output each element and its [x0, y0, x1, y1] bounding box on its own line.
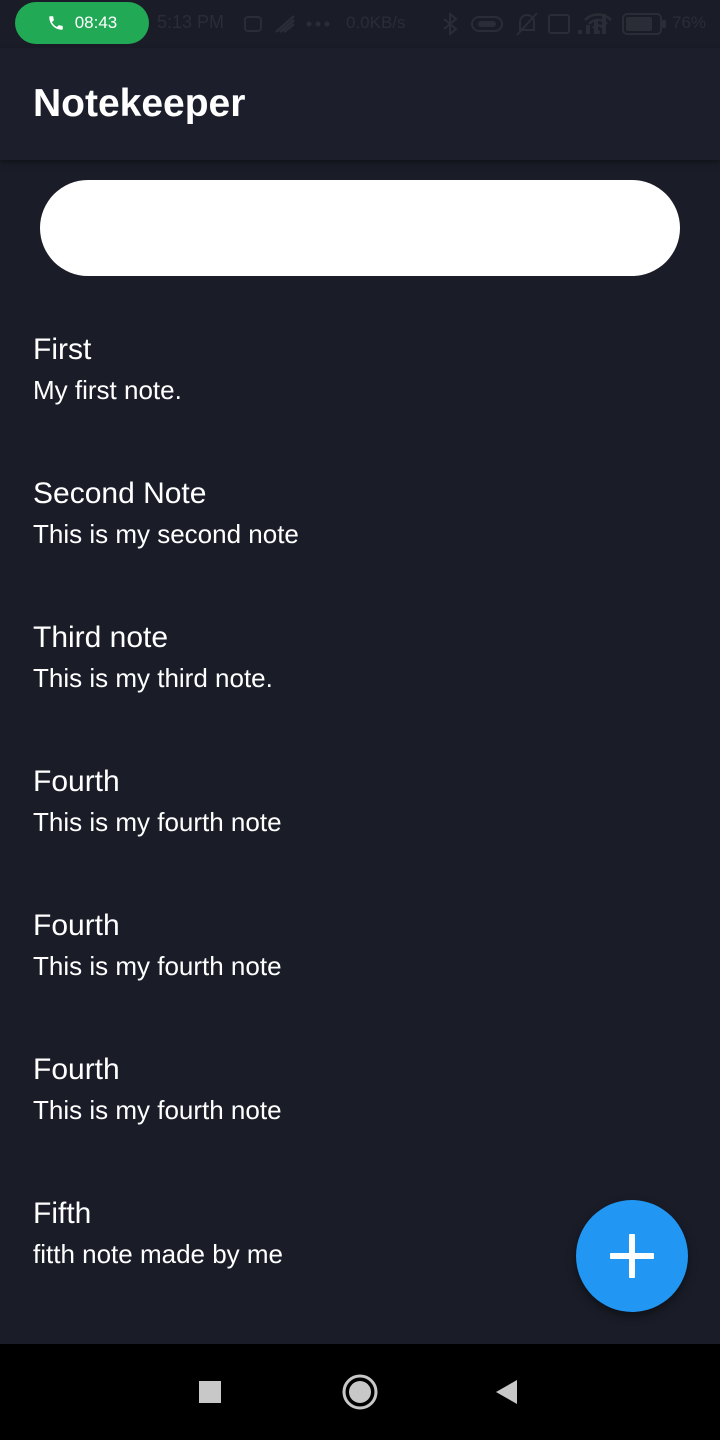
network-speed: 0.0KB/s: [346, 13, 406, 32]
note-title: Second Note: [33, 477, 207, 510]
status-clock: 5:13 PM: [157, 12, 225, 32]
bluetooth-icon: [443, 11, 458, 37]
note-item[interactable]: Fourth This is my fourth note: [0, 1032, 720, 1176]
phone-icon: [48, 16, 63, 30]
back-button[interactable]: [482, 1368, 530, 1416]
more-dots-icon: [306, 21, 330, 27]
search-input[interactable]: [40, 180, 680, 276]
plus-icon: [610, 1234, 654, 1278]
recents-button[interactable]: [186, 1368, 234, 1416]
home-button[interactable]: [336, 1368, 384, 1416]
notes-list: First My first note. Second Note This is…: [0, 312, 720, 1320]
status-bar: 08:43 5:13 PM 0.0KB/s 76%: [0, 0, 720, 48]
alarm-off-icon: [516, 12, 538, 36]
note-title: First: [33, 333, 92, 366]
note-body: This is my fourth note: [33, 1095, 282, 1125]
screen: 08:43 5:13 PM 0.0KB/s 76% Notekeeper Fir…: [0, 0, 720, 1440]
battery-icon: [622, 13, 666, 35]
home-icon: [342, 1374, 378, 1410]
note-body: My first note.: [33, 375, 182, 405]
app-bar: Notekeeper: [0, 48, 720, 160]
note-title: Fourth: [33, 909, 120, 942]
battery-percent: 76%: [672, 13, 707, 32]
note-item[interactable]: Second Note This is my second note: [0, 456, 720, 600]
note-title: Fifth: [33, 1197, 92, 1230]
note-body: This is my fourth note: [33, 951, 282, 981]
note-title: Fourth: [33, 1053, 120, 1086]
system-nav-bar: [0, 1344, 720, 1440]
note-body: This is my fourth note: [33, 807, 282, 837]
note-item[interactable]: Fourth This is my fourth note: [0, 888, 720, 1032]
note-body: This is my third note.: [33, 663, 273, 693]
data-icon: [548, 14, 570, 34]
app-title: Notekeeper: [33, 82, 246, 125]
wifi-icon: [584, 13, 612, 34]
note-title: Third note: [33, 621, 169, 654]
note-item[interactable]: First My first note.: [0, 312, 720, 456]
note-body: This is my second note: [33, 519, 299, 549]
note-title: Fourth: [33, 765, 120, 798]
note-item[interactable]: Fourth This is my fourth note: [0, 744, 720, 888]
call-duration: 08:43: [74, 13, 118, 32]
back-icon: [496, 1380, 517, 1404]
signal-off-icon: [275, 15, 295, 33]
note-item[interactable]: Third note This is my third note.: [0, 600, 720, 744]
add-note-button[interactable]: [576, 1200, 688, 1312]
message-icon: [244, 16, 262, 32]
battery-saver-icon: [471, 16, 503, 32]
note-body: fitth note made by me: [33, 1239, 284, 1269]
recents-icon: [199, 1381, 221, 1403]
ongoing-call-pill[interactable]: 08:43: [15, 2, 149, 44]
